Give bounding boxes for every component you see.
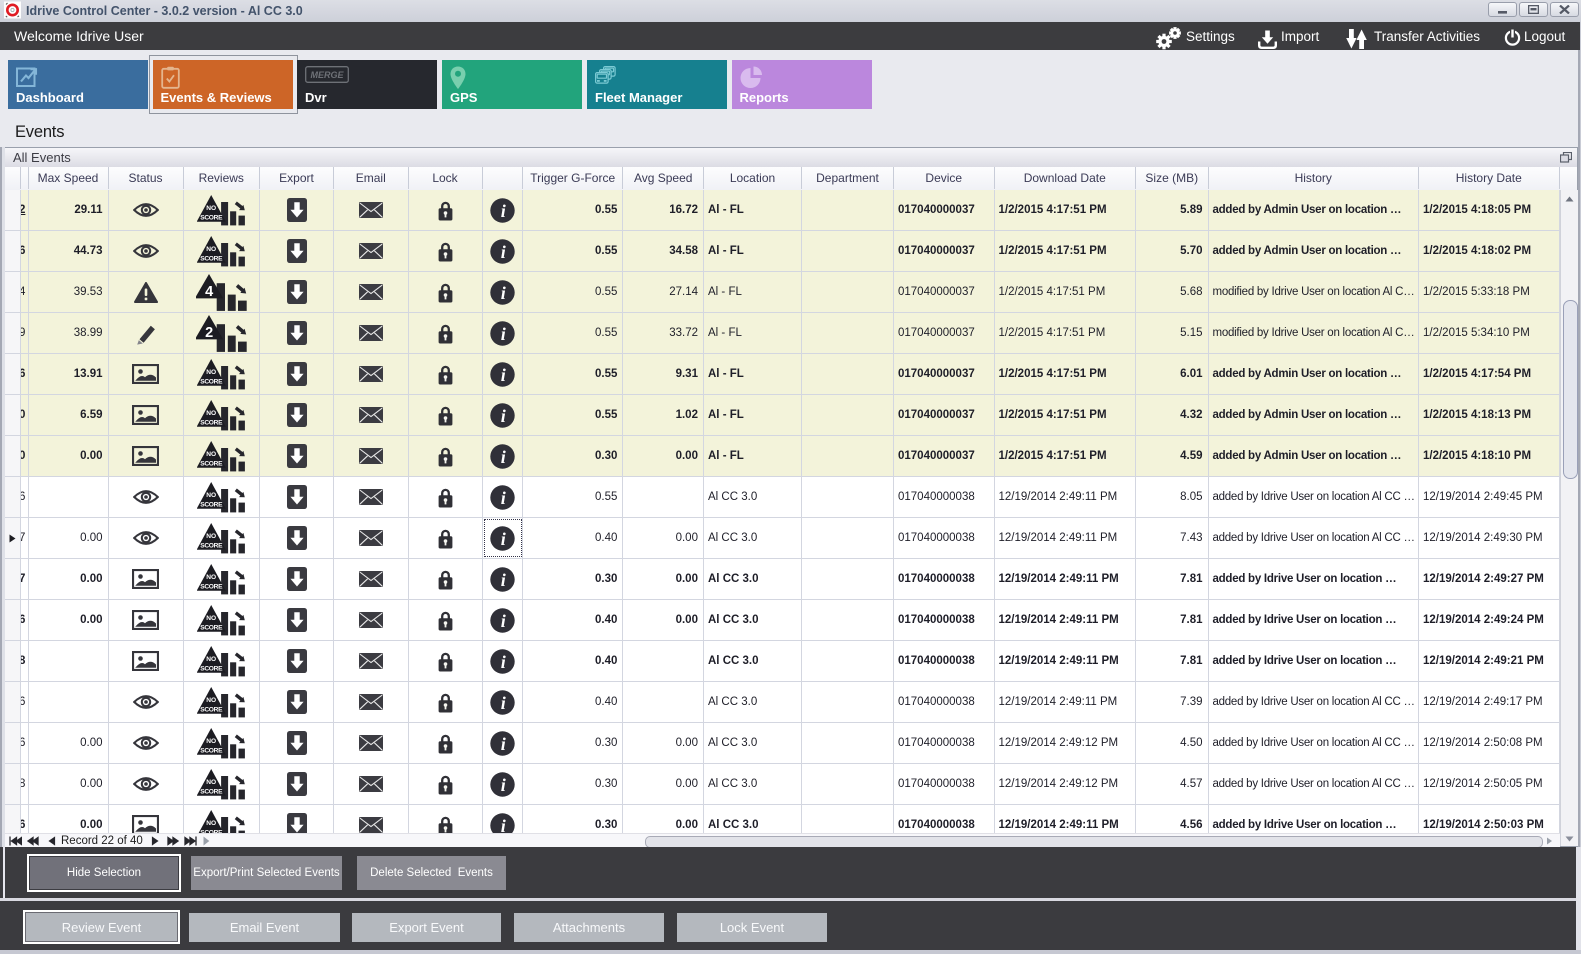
svg-text:MERGE: MERGE [310,70,344,80]
